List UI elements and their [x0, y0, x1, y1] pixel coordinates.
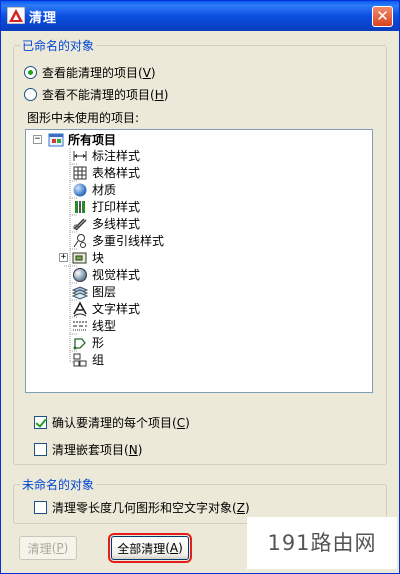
tree-item-label: 多线样式 [92, 217, 141, 231]
all-items-icon [48, 133, 64, 146]
hotkey: P [56, 541, 64, 555]
close-button[interactable]: ✕ [372, 6, 393, 27]
material-icon [73, 183, 87, 196]
tree-item-shape[interactable]: 形 [72, 334, 104, 351]
multileader-style-icon [73, 233, 86, 248]
tree-item-root[interactable]: 所有项目 [48, 131, 116, 148]
tree-item-multileader-style[interactable]: 多重引线样式 [72, 232, 164, 249]
purge-all-button[interactable]: 全部清理 (A) [108, 533, 192, 563]
hotkey: Z [236, 500, 245, 515]
hotkey: C [176, 415, 186, 430]
hotkey: N [128, 442, 138, 457]
unused-items-tree[interactable]: − 所有项目 标注样式 表格样式 材质 打印样式 多线样式 多重引线样式 + 块… [25, 129, 373, 393]
radio-view-nonpurgeable-label: 查看不能清理的项目 [42, 88, 151, 102]
tree-item-label: 视觉样式 [92, 268, 141, 282]
tree-item-label: 所有项目 [68, 133, 117, 147]
close-icon: ✕ [376, 7, 389, 25]
tree-item-label: 图层 [92, 285, 117, 299]
checkbox-unchecked[interactable] [34, 443, 47, 456]
plot-style-icon [75, 200, 85, 213]
tree-item-layer[interactable]: 图层 [72, 283, 116, 300]
unnamed-objects-legend: 未命名的对象 [22, 478, 95, 492]
tree-item-label: 组 [92, 353, 105, 367]
purge-all-button-label: 全部清理 [117, 541, 166, 556]
radio-view-purgeable-label: 查看能清理的项目 [42, 66, 139, 80]
site-watermark: 191路由网 [247, 517, 397, 569]
block-icon [72, 252, 87, 263]
tree-item-label: 材质 [92, 183, 117, 197]
tree-label: 图形中未使用的项目: [27, 111, 140, 125]
title-bar[interactable]: 清理 ✕ [1, 1, 399, 31]
tree-item-text-style[interactable]: 文字样式 [72, 300, 140, 317]
autocad-app-icon [7, 7, 25, 24]
radio-view-purgeable[interactable]: 查看能清理的项目 (V) [24, 64, 156, 81]
tree-item-label: 线型 [92, 319, 117, 333]
tree-root-collapse-icon[interactable]: − [33, 135, 42, 144]
dimension-style-icon [73, 150, 87, 161]
tree-item-label: 块 [92, 251, 105, 265]
group-icon [73, 353, 87, 366]
tree-item-dimension-style[interactable]: 标注样式 [72, 147, 140, 164]
tree-item-label: 文字样式 [92, 302, 141, 316]
tree-item-label: 标注样式 [92, 149, 141, 163]
tree-item-table-style[interactable]: 表格样式 [72, 164, 140, 181]
checkbox-confirm-label: 确认要清理的每个项目 [52, 416, 173, 430]
text-style-icon [73, 300, 87, 316]
multiline-style-icon [73, 217, 87, 231]
shape-icon [73, 337, 86, 349]
tree-item-group[interactable]: 组 [72, 351, 104, 368]
checkbox-zero-length[interactable]: 清理零长度几何图形和空文字对象 (Z) [34, 499, 250, 516]
checkbox-checked[interactable] [34, 416, 47, 429]
tree-item-material[interactable]: 材质 [72, 181, 116, 198]
hotkey: A [169, 541, 179, 555]
tree-item-linetype[interactable]: 线型 [72, 317, 116, 334]
checkbox-confirm-each[interactable]: 确认要清理的每个项目 (C) [34, 414, 190, 431]
checkbox-nested-label: 清理嵌套项目 [52, 443, 125, 457]
tree-item-label: 形 [92, 336, 105, 350]
table-style-icon [73, 166, 87, 179]
purge-button-label: 清理 [27, 541, 52, 556]
named-objects-legend: 已命名的对象 [22, 39, 95, 53]
radio-view-nonpurgeable[interactable]: 查看不能清理的项目 (H) [24, 86, 168, 103]
tree-item-label: 打印样式 [92, 200, 141, 214]
tree-item-visual-style[interactable]: 视觉样式 [72, 266, 140, 283]
tree-item-block[interactable]: 块 [72, 249, 104, 266]
layer-icon [72, 285, 88, 300]
linetype-icon [73, 321, 87, 330]
radio-button-checked[interactable] [24, 66, 37, 79]
tree-item-block-expand-icon[interactable]: + [59, 253, 68, 262]
tree-item-label: 表格样式 [92, 166, 141, 180]
window-title: 清理 [29, 11, 58, 26]
checkbox-purge-nested[interactable]: 清理嵌套项目 (N) [34, 441, 142, 458]
checkbox-unchecked[interactable] [34, 501, 47, 514]
purge-dialog: 清理 ✕ 已命名的对象 查看能清理的项目 (V) 查看不能清理的项目 (H) 图… [0, 0, 400, 574]
hotkey: V [142, 65, 151, 80]
tree-item-plot-style[interactable]: 打印样式 [72, 198, 140, 215]
visual-style-icon [73, 267, 87, 282]
tree-item-label: 多重引线样式 [92, 234, 165, 248]
radio-button[interactable] [24, 88, 37, 101]
hotkey: H [154, 87, 164, 102]
checkbox-zero-length-label: 清理零长度几何图形和空文字对象 [52, 501, 233, 515]
tree-item-multiline-style[interactable]: 多线样式 [72, 215, 140, 232]
purge-button[interactable]: 清理 (P) [19, 536, 77, 560]
